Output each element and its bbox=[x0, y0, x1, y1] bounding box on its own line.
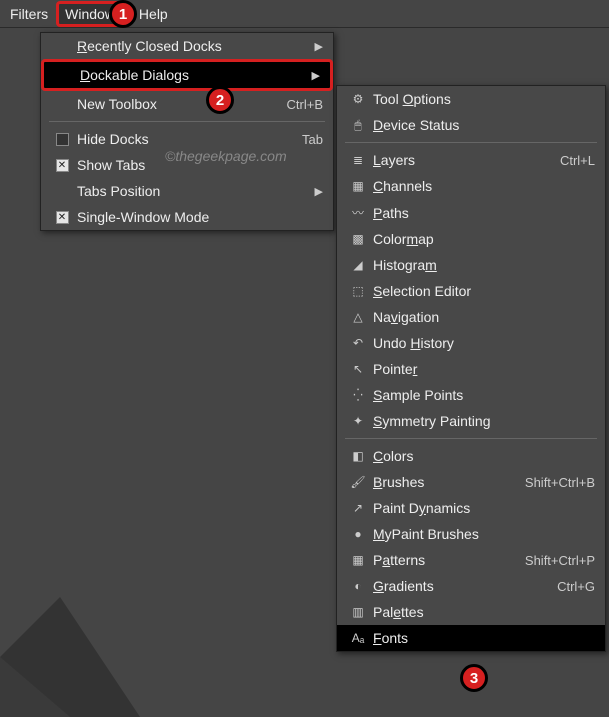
symmetry-icon: ✦ bbox=[349, 414, 367, 428]
sample-points[interactable]: ⁛Sample Points bbox=[337, 382, 605, 408]
tabs-position[interactable]: Tabs Position▶ bbox=[41, 178, 333, 204]
selection-icon: ⬚ bbox=[349, 284, 367, 298]
colors-icon: ◧ bbox=[349, 449, 367, 463]
callout-3: 3 bbox=[460, 664, 488, 692]
palettes[interactable]: ▥Palettes bbox=[337, 599, 605, 625]
mypaint-brushes[interactable]: ●MyPaint Brushes bbox=[337, 521, 605, 547]
sample-points-icon: ⁛ bbox=[349, 388, 367, 402]
pointer[interactable]: ↖Pointer bbox=[337, 356, 605, 382]
navigation[interactable]: △Navigation bbox=[337, 304, 605, 330]
menu-help[interactable]: Help bbox=[131, 2, 176, 26]
single-window-mode[interactable]: ✕Single-Window Mode bbox=[41, 204, 333, 230]
colormap-icon: ▩ bbox=[349, 232, 367, 246]
separator bbox=[345, 142, 597, 143]
layers[interactable]: ≣LayersCtrl+L bbox=[337, 147, 605, 173]
separator bbox=[345, 438, 597, 439]
checkbox-icon bbox=[56, 133, 69, 146]
fonts-icon: Aₐ bbox=[349, 631, 367, 645]
colormap[interactable]: ▩Colormap bbox=[337, 226, 605, 252]
patterns-icon: ▦ bbox=[349, 553, 367, 567]
mypaint-icon: ● bbox=[349, 527, 367, 541]
navigation-icon: △ bbox=[349, 310, 367, 324]
menu-filters[interactable]: Filters bbox=[2, 2, 56, 26]
checkbox-checked-icon: ✕ bbox=[56, 159, 69, 172]
new-toolbox[interactable]: New ToolboxCtrl+B bbox=[41, 91, 333, 117]
dockable-dialogs-submenu: ⚙Tool Options 🖱Device Status ≣LayersCtrl… bbox=[336, 85, 606, 652]
checkbox-checked-icon: ✕ bbox=[56, 211, 69, 224]
tool-options-icon: ⚙ bbox=[349, 92, 367, 106]
patterns[interactable]: ▦PatternsShift+Ctrl+P bbox=[337, 547, 605, 573]
layers-icon: ≣ bbox=[349, 153, 367, 167]
device-icon: 🖱 bbox=[349, 118, 367, 133]
gradients[interactable]: ◐GradientsCtrl+G bbox=[337, 573, 605, 599]
channels[interactable]: ▦Channels bbox=[337, 173, 605, 199]
paint-dynamics[interactable]: ↗Paint Dynamics bbox=[337, 495, 605, 521]
watermark: ©thegeekpage.com bbox=[165, 148, 287, 164]
callout-1: 1 bbox=[109, 0, 137, 28]
histogram-icon: ◢ bbox=[349, 258, 367, 272]
brushes[interactable]: 🖌BrushesShift+Ctrl+B bbox=[337, 469, 605, 495]
symmetry-painting[interactable]: ✦Symmetry Painting bbox=[337, 408, 605, 434]
menubar: Filters Windows Help bbox=[0, 0, 609, 28]
recently-closed-docks[interactable]: Recently Closed Docks▶ bbox=[41, 33, 333, 59]
paths-icon: 〰 bbox=[349, 204, 367, 221]
device-status[interactable]: 🖱Device Status bbox=[337, 112, 605, 138]
tool-options[interactable]: ⚙Tool Options bbox=[337, 86, 605, 112]
brushes-icon: 🖌 bbox=[349, 475, 367, 489]
gradients-icon: ◐ bbox=[349, 579, 367, 593]
palettes-icon: ▥ bbox=[349, 605, 367, 619]
separator bbox=[49, 121, 325, 122]
selection-editor[interactable]: ⬚Selection Editor bbox=[337, 278, 605, 304]
dynamics-icon: ↗ bbox=[349, 501, 367, 515]
dockable-dialogs[interactable]: Dockable Dialogs▶ bbox=[41, 59, 333, 91]
undo-history[interactable]: ↶Undo History bbox=[337, 330, 605, 356]
channels-icon: ▦ bbox=[349, 179, 367, 193]
paths[interactable]: 〰Paths bbox=[337, 199, 605, 226]
windows-menu: Recently Closed Docks▶ Dockable Dialogs▶… bbox=[40, 32, 334, 231]
fonts[interactable]: AₐFonts bbox=[337, 625, 605, 651]
colors[interactable]: ◧Colors bbox=[337, 443, 605, 469]
histogram[interactable]: ◢Histogram bbox=[337, 252, 605, 278]
callout-2: 2 bbox=[206, 86, 234, 114]
undo-icon: ↶ bbox=[349, 336, 367, 350]
pointer-icon: ↖ bbox=[349, 362, 367, 376]
